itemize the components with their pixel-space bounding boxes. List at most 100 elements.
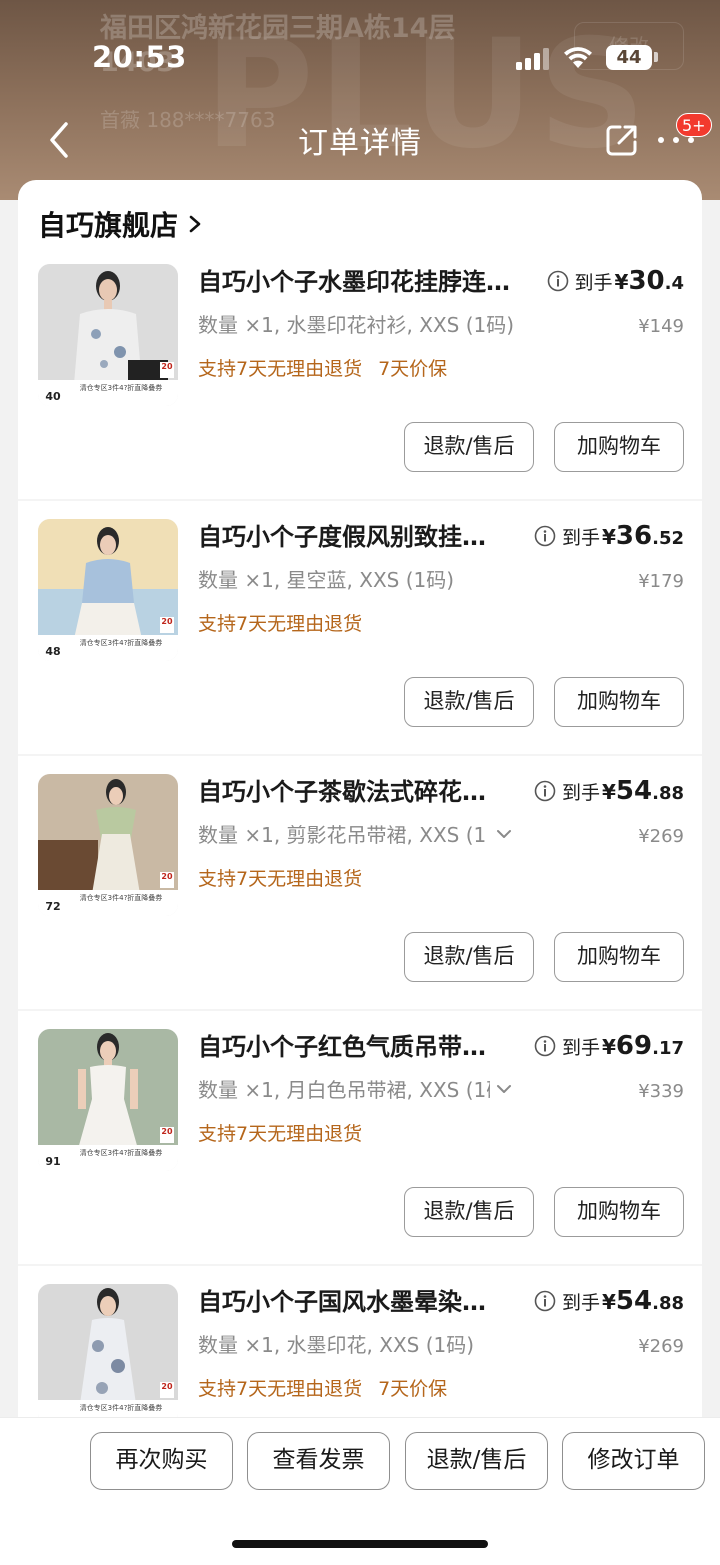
home-indicator[interactable] xyxy=(232,1540,488,1548)
info-icon[interactable] xyxy=(547,270,569,292)
order-item: 20 清仓专区3件4?折直降叠券 91 自巧小个子红色气质吊带… 数量 ×1, … xyxy=(18,1009,702,1264)
original-price: ¥269 xyxy=(638,1336,684,1357)
add-to-cart-button[interactable]: 加购物车 xyxy=(554,422,684,472)
buy-again-button[interactable]: 再次购买 xyxy=(90,1432,233,1490)
refund-aftersale-button[interactable]: 退款/售后 xyxy=(404,1187,534,1237)
info-icon[interactable] xyxy=(534,1035,556,1057)
price-integer: 54 xyxy=(615,1286,653,1316)
product-title[interactable]: 自巧小个子度假风别致挂… xyxy=(198,517,508,557)
modify-order-button[interactable]: 修改订单 xyxy=(562,1432,705,1490)
promo-tag: 20 xyxy=(160,872,174,888)
divider xyxy=(18,754,702,756)
service-tags: 支持7天无理由退货 7天价保 xyxy=(198,1372,463,1406)
price-decimal: .4 xyxy=(664,273,684,294)
price-protect-tag: 7天价保 xyxy=(378,1378,448,1400)
original-price: ¥339 xyxy=(638,1081,684,1102)
refund-aftersale-button[interactable]: 退款/售后 xyxy=(404,677,534,727)
share-icon[interactable] xyxy=(604,122,640,158)
product-title[interactable]: 自巧小个子水墨印花挂脖连… xyxy=(198,262,528,302)
add-to-cart-button[interactable]: 加购物车 xyxy=(554,1187,684,1237)
refund-aftersale-button[interactable]: 退款/售后 xyxy=(404,932,534,982)
product-photo xyxy=(38,1284,178,1404)
thumb-number-text: 91 xyxy=(45,1155,61,1168)
order-item: 20 清仓专区3件4?折直降叠券 40 自巧小个子水墨印花挂脖连… 数量 ×1,… xyxy=(18,244,702,499)
product-title[interactable]: 自巧小个子茶歇法式碎花… xyxy=(198,772,508,812)
final-price: 到手 ¥30.4 xyxy=(547,266,684,302)
order-item: 20 清仓专区3件4?折直降叠券 48 自巧小个子度假风别致挂… 数量 ×1, … xyxy=(18,499,702,754)
price-integer: 36 xyxy=(615,521,653,551)
price-decimal: .17 xyxy=(652,1038,684,1059)
currency-symbol: ¥ xyxy=(602,780,616,804)
product-title[interactable]: 自巧小个子国风水墨晕染… xyxy=(198,1282,508,1322)
message-count-badge: 5+ xyxy=(676,113,712,137)
product-thumbnail[interactable]: 20 清仓专区3件4?折直降叠券 40 xyxy=(38,264,178,406)
info-icon[interactable] xyxy=(534,1290,556,1312)
price-decimal: .88 xyxy=(652,783,684,804)
return-policy-tag: 支持7天无理由退货 xyxy=(198,1378,363,1400)
product-photo xyxy=(38,519,178,639)
final-price: 到手 ¥54.88 xyxy=(534,776,684,812)
service-tags: 支持7天无理由退货 xyxy=(198,862,378,896)
add-to-cart-button[interactable]: 加购物车 xyxy=(554,932,684,982)
battery-icon: 44 xyxy=(606,45,652,70)
service-tags: 支持7天无理由退货 xyxy=(198,607,378,641)
chevron-down-icon[interactable] xyxy=(496,828,512,840)
price-label: 到手 xyxy=(561,527,600,549)
chevron-down-icon[interactable] xyxy=(496,1083,512,1095)
product-photo xyxy=(38,264,178,384)
thumb-number: 48 xyxy=(40,637,66,661)
refund-aftersale-order-button[interactable]: 退款/售后 xyxy=(405,1432,548,1490)
cellular-signal-icon xyxy=(516,48,552,70)
price-label: 到手 xyxy=(561,782,600,804)
order-header: PLUS 福田区鸿新花园三期A栋14层1403 首薇 188****7763 修… xyxy=(0,0,720,200)
store-name: 自巧旗舰店 xyxy=(38,209,179,242)
divider xyxy=(18,1264,702,1266)
price-integer: 30 xyxy=(628,266,665,296)
add-to-cart-button[interactable]: 加购物车 xyxy=(554,677,684,727)
promo-tag: 20 xyxy=(160,362,174,378)
thumb-number-text: 40 xyxy=(45,390,61,403)
order-items-card: 自巧旗舰店 20 清仓专区3件4?折直降叠券 40 自巧小个子水墨印花挂脖连… … xyxy=(18,180,702,1440)
promo-tag: 20 xyxy=(160,617,174,633)
product-spec: 数量 ×1, 剪影花吊带裙, XXS (1 xyxy=(198,823,487,847)
product-thumbnail[interactable]: 20 清仓专区3件4?折直降叠券 48 xyxy=(38,519,178,661)
original-price: ¥149 xyxy=(638,316,684,337)
divider xyxy=(18,499,702,501)
product-title[interactable]: 自巧小个子红色气质吊带… xyxy=(198,1027,508,1067)
product-thumbnail[interactable]: 20 清仓专区3件4?折直降叠券 72 xyxy=(38,774,178,916)
order-item: 20 清仓专区3件4?折直降叠券 自巧小个子国风水墨晕染… 数量 ×1, 水墨印… xyxy=(18,1264,702,1440)
thumb-number: 40 xyxy=(40,382,66,406)
currency-symbol: ¥ xyxy=(602,1035,616,1059)
service-tags: 支持7天无理由退货 7天价保 xyxy=(198,352,463,386)
divider xyxy=(18,1009,702,1011)
promo-tag: 20 xyxy=(160,1382,174,1398)
price-integer: 69 xyxy=(615,1031,653,1061)
product-spec: 数量 ×1, 水墨印花衬衫, XXS (1码) xyxy=(198,313,515,337)
final-price: 到手 ¥36.52 xyxy=(534,521,684,557)
currency-symbol: ¥ xyxy=(614,270,629,294)
thumb-number-text: 72 xyxy=(45,900,61,913)
info-icon[interactable] xyxy=(534,525,556,547)
thumb-number: 72 xyxy=(40,892,66,916)
return-policy-tag: 支持7天无理由退货 xyxy=(198,613,363,635)
price-label: 到手 xyxy=(561,1037,600,1059)
thumb-number-text: 48 xyxy=(45,645,61,658)
price-decimal: .52 xyxy=(652,528,684,549)
refund-aftersale-button[interactable]: 退款/售后 xyxy=(404,422,534,472)
product-photo xyxy=(38,774,178,894)
product-thumbnail[interactable]: 20 清仓专区3件4?折直降叠券 xyxy=(38,1284,178,1426)
store-link[interactable]: 自巧旗舰店 xyxy=(38,204,202,244)
product-thumbnail[interactable]: 20 清仓专区3件4?折直降叠券 91 xyxy=(38,1029,178,1171)
return-policy-tag: 支持7天无理由退货 xyxy=(198,358,363,380)
service-tags: 支持7天无理由退货 xyxy=(198,1117,378,1151)
final-price: 到手 ¥54.88 xyxy=(534,1286,684,1322)
price-integer: 54 xyxy=(615,776,653,806)
order-item: 20 清仓专区3件4?折直降叠券 72 自巧小个子茶歇法式碎花… 数量 ×1, … xyxy=(18,754,702,1009)
info-icon[interactable] xyxy=(534,780,556,802)
view-invoice-button[interactable]: 查看发票 xyxy=(247,1432,390,1490)
price-label: 到手 xyxy=(574,272,613,294)
product-spec: 数量 ×1, 月白色吊带裙, XXS (1码 xyxy=(198,1078,490,1102)
price-decimal: .88 xyxy=(652,1293,684,1314)
status-time: 20:53 xyxy=(92,40,187,74)
thumb-number: 91 xyxy=(40,1147,66,1171)
